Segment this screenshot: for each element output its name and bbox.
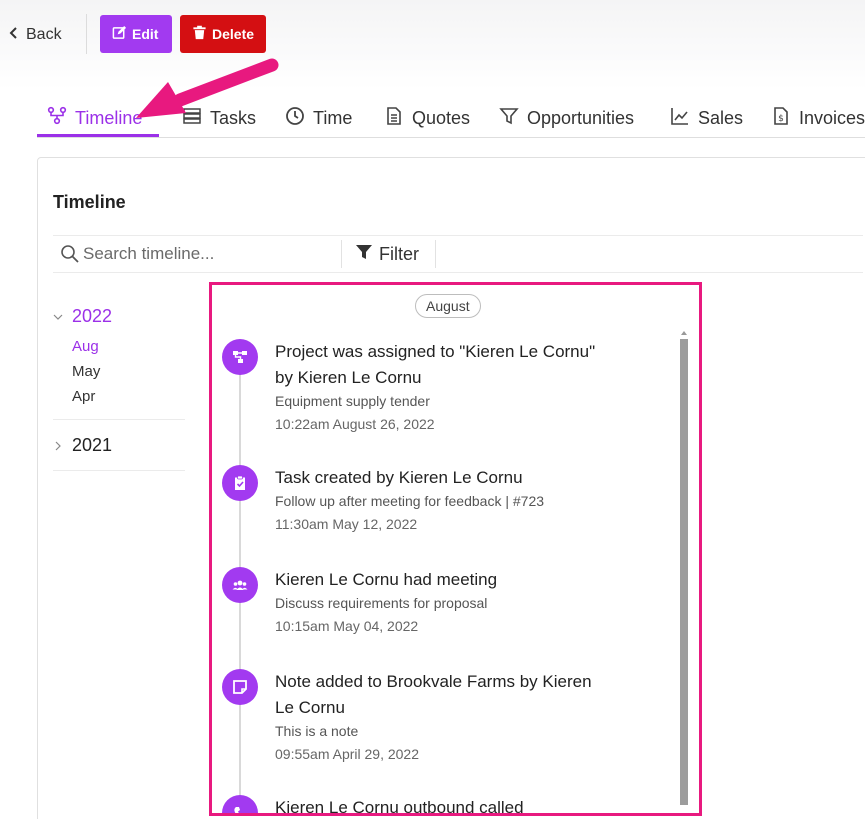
toolbar-divider: [86, 14, 87, 54]
chevron-right-icon: [53, 435, 72, 456]
edit-label: Edit: [132, 26, 159, 42]
delete-label: Delete: [212, 26, 255, 42]
chevron-down-icon: [53, 306, 72, 327]
document-icon: [384, 106, 404, 131]
month-may[interactable]: May: [53, 359, 185, 384]
timeline-item-subtitle: Equipment supply tender: [275, 393, 430, 409]
filter-divider: [435, 240, 436, 268]
year-2021[interactable]: 2021: [53, 419, 185, 471]
line-chart-icon: [670, 106, 690, 131]
month-pill: August: [415, 294, 481, 318]
tab-label: Sales: [698, 107, 744, 128]
toolbar: Back Edit Delete: [0, 0, 865, 70]
month-apr[interactable]: Apr: [53, 384, 185, 409]
tab-invoices[interactable]: $ Invoices: [771, 106, 865, 130]
timeline-item-subtitle: Follow up after meeting for feedback | #…: [275, 493, 545, 509]
timeline-item-subtitle: Discuss requirements for proposal: [275, 595, 488, 611]
filter-button[interactable]: Filter: [355, 242, 419, 266]
funnel-icon: [355, 243, 373, 266]
year-2022[interactable]: 2022: [53, 298, 185, 334]
hierarchy-icon: [222, 339, 258, 375]
year-label: 2022: [72, 305, 113, 326]
sticky-note-icon: [222, 669, 258, 705]
timeline-item-title: Task created by Kieren Le Cornu: [275, 468, 523, 487]
scroll-up-arrow[interactable]: [681, 331, 687, 335]
timeline-item-title: Kieren Le Cornu outbound called: [275, 798, 524, 816]
chevron-left-icon: [8, 26, 20, 44]
tab-label: Opportunities: [527, 107, 635, 128]
users-icon: [222, 567, 258, 603]
tab-label: Invoices: [799, 107, 865, 128]
tab-quotes[interactable]: Quotes: [384, 106, 470, 130]
tab-label: Time: [313, 107, 353, 128]
year-nav: 2022 Aug May Apr 2021: [53, 298, 185, 471]
tab-tasks[interactable]: Tasks: [182, 106, 256, 130]
month-aug[interactable]: Aug: [53, 334, 185, 359]
timeline-item-time: 09:55am April 29, 2022: [275, 746, 419, 762]
search-icon: [60, 244, 80, 264]
timeline-feed: August Project was assigned to "Kieren L…: [209, 282, 702, 816]
tab-label: Quotes: [412, 107, 471, 128]
timeline-item-title: Project was assigned to "Kieren Le Cornu…: [275, 342, 596, 387]
timeline-item-time: 11:30am May 12, 2022: [275, 516, 418, 532]
edit-icon: [112, 25, 127, 43]
timeline-item-time: 10:22am August 26, 2022: [275, 416, 435, 432]
tab-label: Tasks: [210, 107, 257, 128]
tab-sales[interactable]: Sales: [670, 106, 743, 130]
delete-button[interactable]: Delete: [180, 15, 266, 53]
clipboard-check-icon: [222, 465, 258, 501]
tasks-icon: [182, 106, 202, 131]
invoice-icon: $: [771, 106, 791, 131]
tab-label: Timeline: [75, 107, 143, 128]
trash-icon: [192, 25, 207, 43]
svg-text:$: $: [778, 114, 784, 124]
scroll-thumb[interactable]: [680, 339, 688, 805]
search-input[interactable]: [83, 240, 338, 268]
search-divider: [341, 240, 342, 268]
tab-opportunities[interactable]: Opportunities: [499, 106, 634, 130]
tab-time[interactable]: Time: [285, 106, 352, 130]
back-button[interactable]: Back: [8, 24, 62, 46]
timeline-item-title: Kieren Le Cornu had meeting: [275, 570, 498, 589]
timeline-scrollbar[interactable]: [680, 331, 688, 805]
panel-title: Timeline: [53, 192, 126, 212]
tab-bar: Timeline Tasks Time Quotes Opportunities…: [37, 98, 865, 138]
timeline-icon: [47, 106, 67, 131]
funnel-icon: [499, 106, 519, 131]
timeline-item-time: 10:15am May 04, 2022: [275, 618, 419, 634]
timeline-item-subtitle: This is a note: [275, 723, 359, 739]
search-bar: Filter: [53, 235, 863, 273]
tab-timeline[interactable]: Timeline: [47, 106, 142, 130]
year-label: 2021: [72, 434, 113, 455]
active-tab-indicator: [37, 134, 159, 137]
back-label: Back: [26, 26, 62, 43]
filter-label: Filter: [379, 243, 419, 264]
edit-button[interactable]: Edit: [100, 15, 172, 53]
clock-icon: [285, 106, 305, 131]
phone-icon: [222, 795, 258, 813]
timeline-item-title: Note added to Brookvale Farms by Kieren …: [275, 672, 592, 717]
